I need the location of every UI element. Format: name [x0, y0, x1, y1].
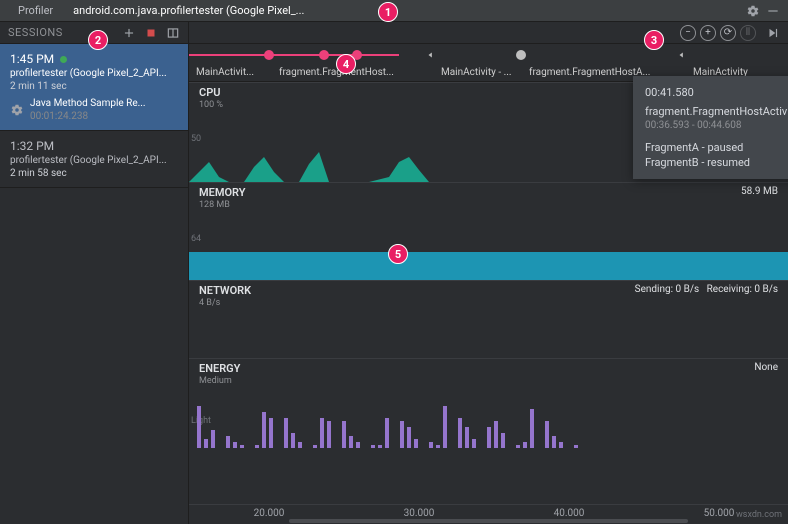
memory-header: MEMORY [199, 186, 246, 199]
callout-badge: 1 [378, 2, 398, 22]
energy-bars [189, 398, 788, 448]
callout-badge: 5 [388, 244, 408, 264]
memory-tick: 64 [191, 234, 201, 244]
sessions-panel: SESSIONS 1:45 PM profilertester (Google … [0, 22, 189, 524]
back-arrow-icon [426, 50, 436, 60]
time-scrollbar[interactable] [289, 519, 688, 523]
cpu-scale: 100 % [199, 100, 223, 110]
tooltip-range: 00:36.593 - 00:44.608 [645, 120, 788, 131]
network-info: Sending: 0 B/s Receiving: 0 B/s [635, 284, 778, 295]
session-time: 1:32 PM [10, 139, 178, 153]
stop-record-icon[interactable] [144, 26, 158, 40]
zoom-in-button[interactable]: + [700, 25, 716, 41]
energy-header: ENERGY [199, 362, 240, 375]
session-name: profilertester (Google Pixel_2_API... [10, 68, 178, 79]
separator-icon: ⦀ [740, 25, 756, 41]
session-item[interactable]: 1:32 PM profilertester (Google Pixel_2_A… [0, 131, 188, 188]
x-tick: 20.000 [254, 508, 285, 519]
memory-scale: 128 MB [199, 200, 230, 210]
session-time: 1:45 PM [10, 52, 54, 66]
x-tick: 40.000 [554, 508, 585, 519]
tooltip-fragment: FragmentA - paused [645, 141, 788, 154]
session-name: profilertester (Google Pixel_2_API... [10, 155, 178, 166]
energy-scale: Medium [199, 376, 232, 386]
toggle-panel-icon[interactable] [166, 26, 180, 40]
network-chart[interactable]: NETWORK 4 B/s Sending: 0 B/s Receiving: … [189, 280, 788, 358]
time-axis: 20.000 30.000 40.000 50.000 [189, 504, 788, 524]
watermark: wsxdn.com [736, 510, 782, 520]
tooltip-fragment: FragmentB - resumed [645, 156, 788, 169]
live-dot-icon [60, 56, 67, 63]
method-name: Java Method Sample Re... [30, 98, 146, 109]
tab-profiler[interactable]: Profiler [8, 0, 63, 22]
memory-value: 58.9 MB [741, 186, 778, 197]
session-item[interactable]: 1:45 PM profilertester (Google Pixel_2_A… [0, 44, 188, 131]
cpu-header: CPU [199, 86, 220, 99]
activity-label: MainActivity - ... [441, 67, 512, 78]
method-time: 00:01:24.238 [30, 111, 146, 122]
activity-tooltip: 00:41.580 fragment.FragmentHostActivity … [633, 76, 788, 179]
callout-badge: 2 [88, 30, 108, 50]
gear-icon[interactable] [746, 4, 760, 18]
reset-zoom-button[interactable]: ⟳ [720, 25, 736, 41]
minimize-icon[interactable] [766, 4, 780, 18]
energy-chart[interactable]: ENERGY Medium None Light [189, 358, 788, 468]
session-duration: 2 min 58 sec [10, 168, 178, 179]
energy-value: None [754, 362, 778, 373]
network-scale: 4 B/s [199, 298, 220, 308]
tooltip-time: 00:41.580 [645, 86, 788, 99]
go-live-icon[interactable] [766, 26, 780, 40]
callout-badge: 3 [644, 30, 664, 50]
gear-icon [10, 103, 24, 117]
profiler-main: − + ⟳ ⦀ MainActivit... fragment.Fragment… [189, 22, 788, 524]
tooltip-title: fragment.FragmentHostActivity - stopped … [645, 105, 788, 118]
add-session-icon[interactable] [122, 26, 136, 40]
memory-bar [189, 252, 788, 280]
x-tick: 30.000 [404, 508, 435, 519]
memory-chart[interactable]: MEMORY 128 MB 58.9 MB 64 [189, 182, 788, 280]
tab-process[interactable]: android.com.java.profilertester (Google … [63, 0, 314, 22]
x-tick: 50.000 [704, 508, 735, 519]
activity-label: MainActivit... [196, 67, 254, 78]
network-header: NETWORK [199, 284, 251, 297]
back-arrow-icon [677, 50, 687, 60]
timeline-toolbar: − + ⟳ ⦀ [189, 22, 788, 44]
session-duration: 2 min 11 sec [10, 81, 178, 92]
callout-badge: 4 [336, 54, 356, 74]
zoom-out-button[interactable]: − [680, 25, 696, 41]
